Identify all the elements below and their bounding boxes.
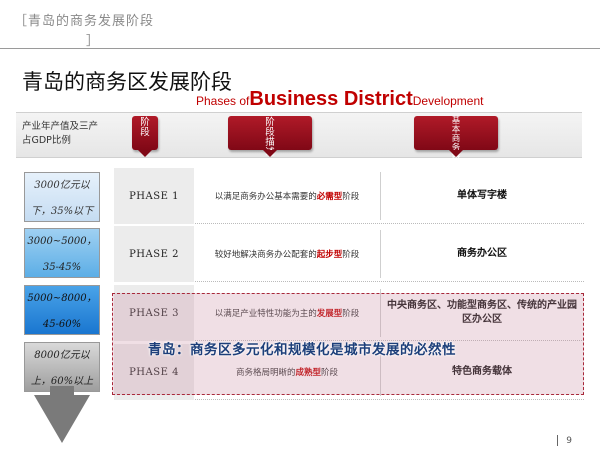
level-1-line-2: 下，35%以下	[30, 206, 94, 217]
level-2-line-1: 3000~5000，	[27, 236, 97, 247]
level-box-3: 5000~8000， 45-60%	[24, 285, 100, 335]
level-3-line-2: 45-60%	[42, 319, 82, 330]
section-header-bracket: ］	[86, 34, 100, 49]
phase-description: 较好地解决商务办公配套的 起步型 阶段	[194, 226, 380, 282]
level-1-line-1: 3000亿元以	[34, 180, 90, 191]
subtitle-part-3: Development	[412, 94, 484, 108]
phase-description: 以满足商务办公基本需要的 必需型 阶段	[194, 168, 380, 224]
table-row: PHASE 1 以满足商务办公基本需要的 必需型 阶段 单体写字楼	[114, 168, 584, 224]
desc-post: 阶段	[342, 250, 360, 260]
desc-highlight: 起步型	[316, 250, 343, 260]
desc-pre: 以满足商务办公基本需要的	[214, 192, 317, 202]
subtitle-part-1: Phases of	[196, 94, 250, 108]
banner-description: 阶段描述	[228, 116, 312, 158]
phase-label: PHASE 1	[114, 168, 194, 224]
english-subtitle: Phases ofBusiness DistrictDevelopment	[196, 88, 483, 111]
level-box-2: 3000~5000， 35-45%	[24, 228, 100, 278]
page-number: 9	[566, 436, 572, 446]
slogan-text: 青岛：商务区多元化和规模化是城市发展的必然性	[148, 342, 456, 358]
phase-feature: 单体写字楼	[457, 190, 507, 201]
banner-features: 基本商务特征	[414, 116, 498, 171]
phase-feature: 商务办公区	[457, 248, 507, 259]
header-divider	[0, 48, 600, 49]
banner-stage-label: 阶段	[140, 117, 150, 138]
down-arrow-icon	[34, 395, 90, 443]
level-3-line-1: 5000~8000，	[27, 293, 97, 304]
desc-pre: 较好地解决商务办公配套的	[214, 250, 317, 260]
level-4-line-1: 8000亿元以	[34, 350, 90, 361]
level-2-line-2: 35-45%	[42, 262, 82, 273]
indicator-label: 产业年产值及三产占GDP比例	[22, 121, 99, 146]
subtitle-part-2: Business District	[249, 88, 413, 110]
desc-highlight: 必需型	[316, 192, 343, 202]
phase-label: PHASE 2	[114, 226, 194, 282]
level-box-4: 8000亿元以 上，60%以上	[24, 342, 100, 392]
banner-features-label: 基本商务特征	[451, 116, 461, 171]
banner-stage: 阶段	[132, 116, 158, 157]
banner-description-label: 阶段描述	[265, 117, 275, 158]
desc-post: 阶段	[342, 192, 360, 202]
page-number-divider	[557, 435, 558, 446]
table-row: PHASE 2 较好地解决商务办公配套的 起步型 阶段 商务办公区	[114, 226, 584, 282]
level-box-1: 3000亿元以 下，35%以下	[24, 172, 100, 222]
section-header: ［青岛的商务发展阶段	[14, 14, 155, 29]
